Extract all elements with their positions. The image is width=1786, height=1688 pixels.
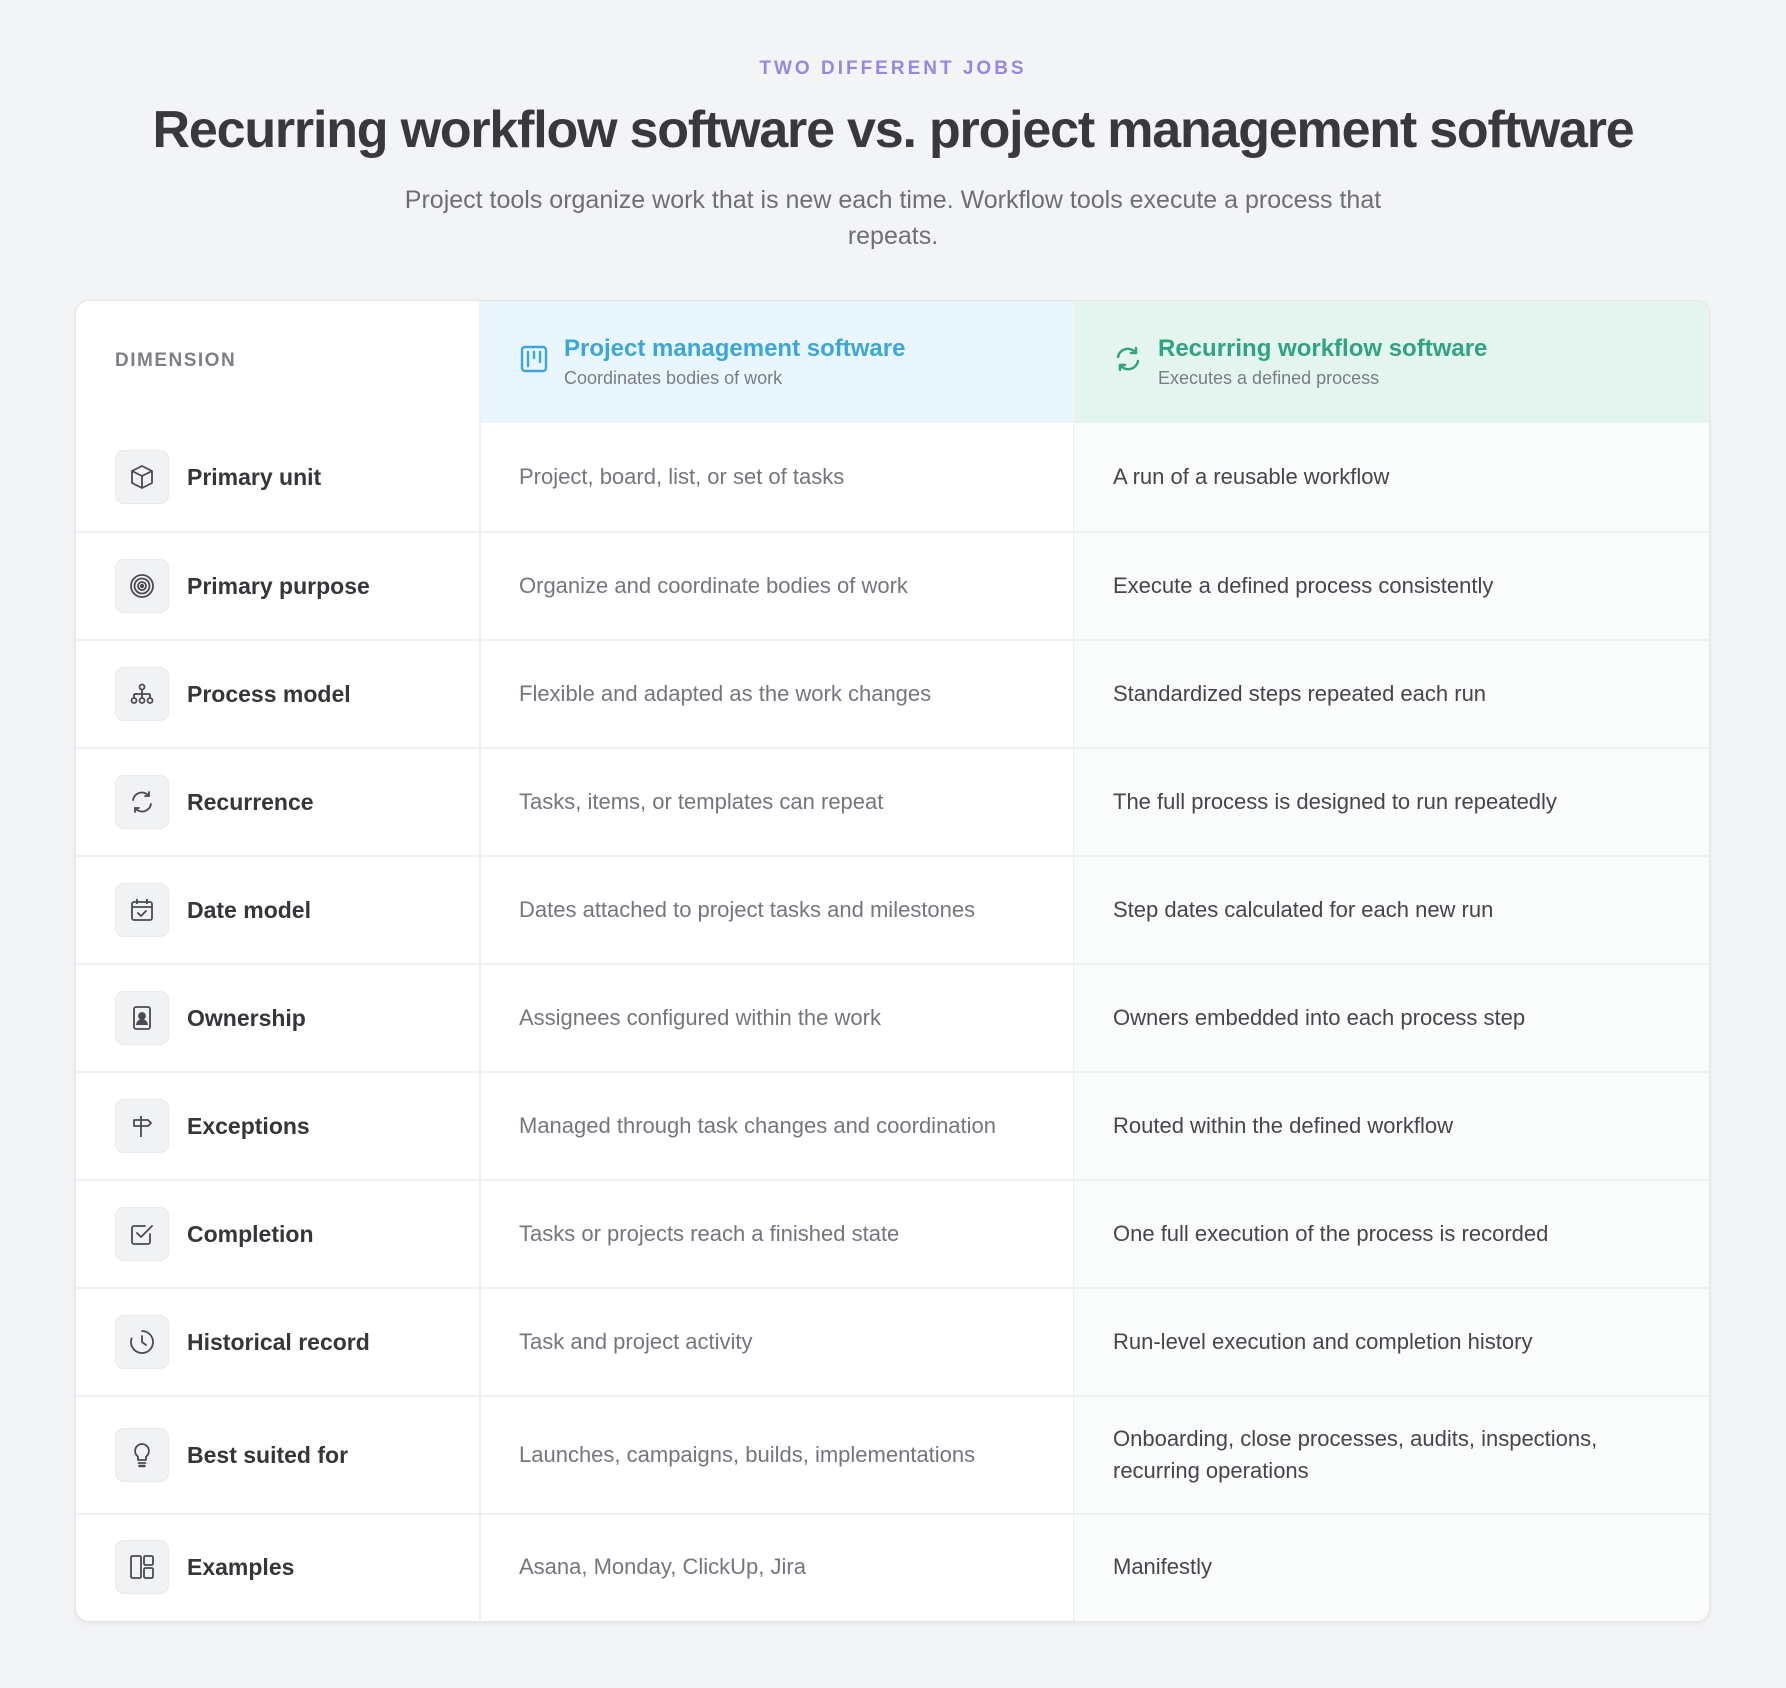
- project-value: Task and project activity: [519, 1329, 753, 1354]
- table-row: Exceptions Managed through task changes …: [76, 1071, 1709, 1179]
- workflow-value: One full execution of the process is rec…: [1074, 1181, 1709, 1287]
- calendar-check-icon: [115, 883, 169, 937]
- dimension-cell: Recurrence: [76, 749, 480, 855]
- dimension-header-label: DIMENSION: [115, 350, 237, 371]
- checkbox-icon: [115, 1207, 169, 1261]
- project-value: Asana, Monday, ClickUp, Jira: [519, 1554, 806, 1579]
- workflow-value: Routed within the defined workflow: [1074, 1073, 1709, 1179]
- project-column-title: Project management software: [564, 335, 906, 362]
- dimension-cell: Historical record: [76, 1289, 480, 1395]
- page-title: Recurring workflow software vs. project …: [152, 101, 1635, 159]
- table-row: Completion Tasks or projects reach a fin…: [76, 1179, 1709, 1287]
- layout-grid-icon: [115, 1540, 169, 1594]
- eyebrow-label: TWO DIFFERENT JOBS: [759, 58, 1027, 79]
- project-value: Managed through task changes and coordin…: [519, 1113, 997, 1138]
- table-row: Primary purpose Organize and coordinate …: [76, 531, 1709, 639]
- person-badge-icon: [115, 991, 169, 1045]
- dimension-header-cell: DIMENSION: [76, 301, 480, 423]
- table-row: Historical record Task and project activ…: [76, 1287, 1709, 1395]
- workflow-value: The full process is designed to run repe…: [1074, 749, 1709, 855]
- project-value: Organize and coordinate bodies of work: [519, 573, 908, 598]
- dimension-label: Completion: [187, 1220, 314, 1247]
- project-value: Tasks or projects reach a finished state: [519, 1221, 900, 1246]
- workflow-column-subtitle: Executes a defined process: [1158, 368, 1380, 388]
- workflow-value: Standardized steps repeated each run: [1074, 641, 1709, 747]
- workflow-column-header: Recurring workflow software Executes a d…: [1074, 301, 1709, 423]
- project-column-header: Project management software Coordinates …: [480, 301, 1074, 423]
- dimension-label: Process model: [187, 680, 351, 707]
- signpost-icon: [115, 1099, 169, 1153]
- workflow-column-title: Recurring workflow software: [1158, 335, 1488, 362]
- workflow-value: Execute a defined process consistently: [1074, 533, 1709, 639]
- dimension-cell: Completion: [76, 1181, 480, 1287]
- dimension-label: Ownership: [187, 1004, 306, 1031]
- project-column-subtitle: Coordinates bodies of work: [564, 368, 783, 388]
- table-row: Recurrence Tasks, items, or templates ca…: [76, 747, 1709, 855]
- table-row: Examples Asana, Monday, ClickUp, Jira Ma…: [76, 1513, 1709, 1619]
- table-body: Primary unit Project, board, list, or se…: [76, 423, 1709, 1619]
- dimension-label: Examples: [187, 1553, 295, 1580]
- project-value: Assignees configured within the work: [519, 1005, 881, 1030]
- dimension-cell: Examples: [76, 1515, 480, 1619]
- kanban-board-icon: [519, 344, 549, 374]
- workflow-value: Owners embedded into each process step: [1074, 965, 1709, 1071]
- project-value: Launches, campaigns, builds, implementat…: [519, 1442, 976, 1467]
- dimension-cell: Ownership: [76, 965, 480, 1071]
- project-value: Project, board, list, or set of tasks: [519, 464, 845, 489]
- hierarchy-icon: [115, 667, 169, 721]
- refresh-icon: [115, 775, 169, 829]
- dimension-cell: Primary unit: [76, 423, 480, 531]
- dimension-cell: Process model: [76, 641, 480, 747]
- table-row: Best suited for Launches, campaigns, bui…: [76, 1395, 1709, 1513]
- dimension-label: Best suited for: [187, 1441, 349, 1468]
- dimension-cell: Primary purpose: [76, 533, 480, 639]
- clock-history-icon: [115, 1315, 169, 1369]
- project-value: Flexible and adapted as the work changes: [519, 681, 932, 706]
- page-subtitle: Project tools organize work that is new …: [404, 186, 1382, 250]
- table-row: Process model Flexible and adapted as th…: [76, 639, 1709, 747]
- table-row: Date model Dates attached to project tas…: [76, 855, 1709, 963]
- workflow-value: Step dates calculated for each new run: [1074, 857, 1709, 963]
- dimension-cell: Date model: [76, 857, 480, 963]
- dimension-cell: Best suited for: [76, 1397, 480, 1513]
- dimension-label: Primary purpose: [187, 572, 370, 599]
- table-header: DIMENSION Project management software Co…: [76, 301, 1709, 423]
- project-value: Dates attached to project tasks and mile…: [519, 897, 976, 922]
- dimension-label: Date model: [187, 896, 311, 923]
- dimension-label: Recurrence: [187, 788, 314, 815]
- comparison-table: DIMENSION Project management software Co…: [75, 300, 1710, 1622]
- workflow-value: Onboarding, close processes, audits, ins…: [1074, 1397, 1709, 1513]
- workflow-value: Manifestly: [1074, 1515, 1709, 1619]
- table-row: Primary unit Project, board, list, or se…: [76, 423, 1709, 531]
- project-value: Tasks, items, or templates can repeat: [519, 789, 884, 814]
- workflow-value: Run-level execution and completion histo…: [1074, 1289, 1709, 1395]
- cube-icon: [115, 450, 169, 504]
- target-icon: [115, 559, 169, 613]
- dimension-label: Historical record: [187, 1328, 370, 1355]
- lightbulb-icon: [115, 1428, 169, 1482]
- dimension-label: Exceptions: [187, 1112, 310, 1139]
- table-row: Ownership Assignees configured within th…: [76, 963, 1709, 1071]
- dimension-cell: Exceptions: [76, 1073, 480, 1179]
- dimension-label: Primary unit: [187, 463, 322, 490]
- workflow-value: A run of a reusable workflow: [1074, 423, 1709, 531]
- refresh-cycle-icon: [1113, 344, 1143, 374]
